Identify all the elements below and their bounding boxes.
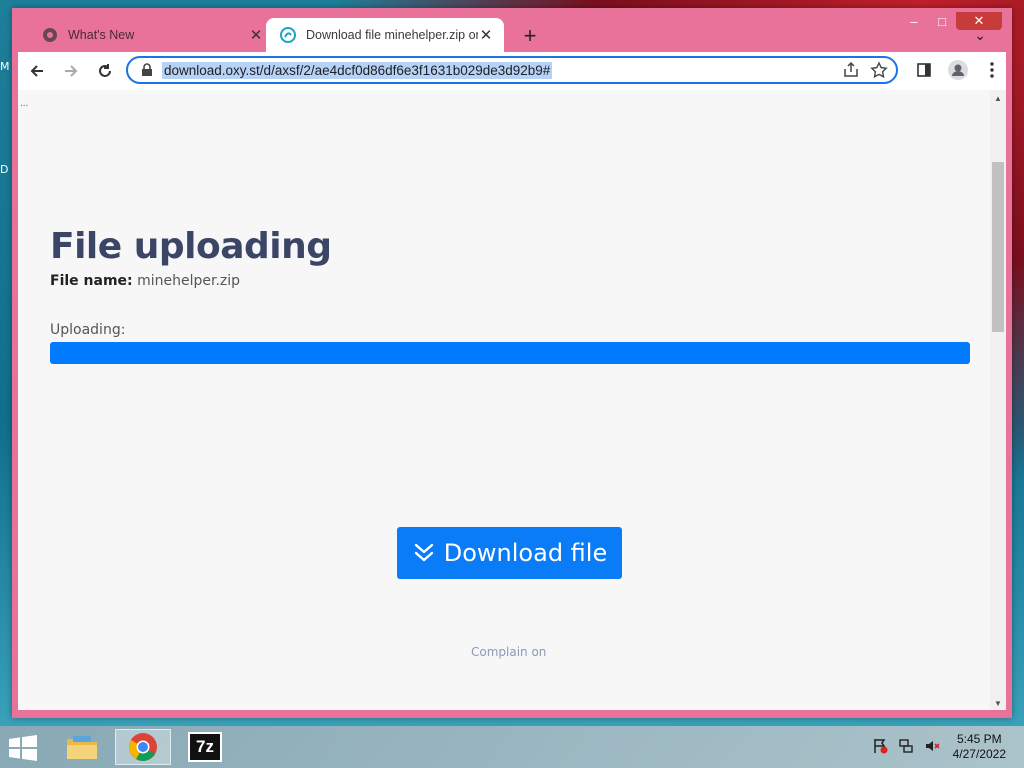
7zip-icon: 7z — [188, 732, 222, 762]
side-panel-icon — [917, 63, 931, 77]
file-explorer-app[interactable] — [54, 729, 110, 765]
browser-toolbar: download.oxy.st/d/axsf/2/ae4dcf0d86df6e3… — [18, 52, 1006, 90]
tab-close-icon[interactable]: ✕ — [248, 26, 264, 44]
lock-icon[interactable] — [140, 63, 154, 77]
oxy-favicon-icon — [280, 27, 296, 43]
new-tab-icon[interactable]: + — [518, 23, 542, 49]
toolbar-right — [910, 56, 1006, 84]
share-icon[interactable] — [842, 61, 860, 79]
page-title: File uploading — [50, 226, 332, 267]
7zip-taskbar-app[interactable]: 7z — [177, 729, 233, 765]
system-tray — [872, 738, 940, 754]
tab-title: Download file minehelper.zip on — [306, 28, 478, 42]
forward-button[interactable] — [56, 56, 86, 86]
volume-muted-icon[interactable] — [924, 738, 940, 754]
tab-title: What's New — [68, 28, 135, 42]
tab-close-icon[interactable]: ✕ — [478, 26, 494, 44]
tab-download-file[interactable]: Download file minehelper.zip on ✕ — [266, 18, 504, 52]
action-center-flag-icon[interactable] — [872, 738, 888, 754]
side-panel-button[interactable] — [910, 56, 938, 84]
uploading-label: Uploading: — [50, 322, 126, 338]
file-name-value: minehelper.zip — [137, 273, 241, 289]
corner-dots: ... — [20, 98, 29, 109]
arrow-right-icon — [65, 65, 78, 77]
star-icon[interactable] — [870, 61, 888, 79]
tab-strip: What's New ✕ Download file minehelper.zi… — [18, 18, 998, 52]
taskbar: 7z 5:45 PM 4/27/2022 — [0, 726, 1024, 768]
menu-button[interactable] — [978, 56, 1006, 84]
reload-button[interactable] — [90, 56, 120, 86]
avatar-icon — [948, 60, 968, 80]
taskbar-clock[interactable]: 5:45 PM 4/27/2022 — [953, 732, 1006, 762]
windows-start-icon[interactable] — [8, 735, 38, 761]
chrome-icon — [129, 733, 157, 761]
tab-search-chevron-icon[interactable]: ⌄ — [974, 27, 986, 44]
download-file-button[interactable]: Download file — [397, 527, 622, 579]
reload-icon — [99, 64, 111, 77]
browser-window: – □ ✕ What's New ✕ Download file minehel… — [12, 8, 1012, 718]
desktop-edge-label: M — [0, 60, 10, 73]
folder-icon — [67, 736, 97, 759]
vertical-scrollbar[interactable]: ▲ ▼ — [990, 90, 1006, 710]
clock-time: 5:45 PM — [956, 732, 1002, 746]
complain-link[interactable]: Complain on — [471, 645, 546, 659]
address-bar[interactable]: download.oxy.st/d/axsf/2/ae4dcf0d86df6e3… — [126, 56, 898, 84]
upload-progress-bar — [50, 342, 970, 364]
progress-fill — [50, 342, 970, 364]
page-viewport: ... File uploading File name: minehelper… — [18, 90, 1006, 710]
file-name-label: File name: — [50, 273, 133, 289]
url-text[interactable]: download.oxy.st/d/axsf/2/ae4dcf0d86df6e3… — [162, 61, 553, 79]
tab-whats-new[interactable]: What's New ✕ — [28, 18, 274, 52]
kebab-menu-icon — [990, 62, 994, 78]
desktop-edge-label: D — [0, 163, 9, 176]
arrow-left-icon — [30, 65, 43, 77]
scroll-up-arrow-icon[interactable]: ▲ — [990, 94, 1006, 103]
scrollbar-thumb[interactable] — [992, 162, 1004, 332]
download-button-label: Download file — [443, 539, 608, 567]
network-icon[interactable] — [898, 738, 914, 754]
clock-date: 4/27/2022 — [952, 747, 1006, 761]
file-name-line: File name: minehelper.zip — [50, 273, 240, 289]
chrome-taskbar-app[interactable] — [115, 729, 171, 765]
scroll-down-arrow-icon[interactable]: ▼ — [990, 699, 1006, 708]
back-button[interactable] — [22, 56, 52, 86]
double-chevron-down-icon — [414, 543, 433, 562]
profile-button[interactable] — [944, 56, 972, 84]
chrome-icon — [43, 28, 57, 42]
